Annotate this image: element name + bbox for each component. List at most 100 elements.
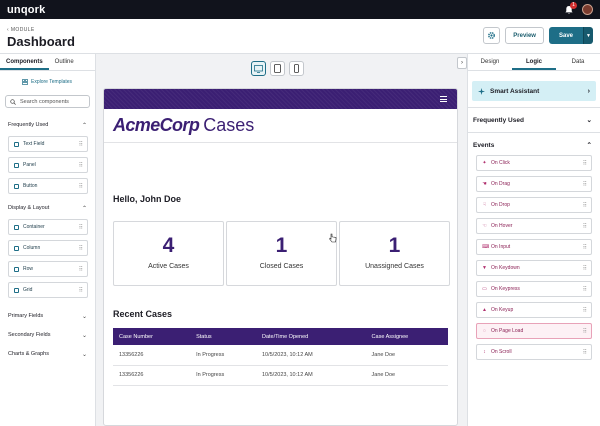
table-row[interactable]: 13356226 In Progress 10/5/2023, 10:12 AM…	[113, 345, 448, 366]
section-primary-fields[interactable]: Primary Fields ⌄	[0, 309, 95, 323]
drag-handle-icon[interactable]: ⠿	[79, 245, 84, 252]
table-cell: Jane Doe	[365, 365, 448, 386]
drag-handle-icon[interactable]: ⠿	[79, 162, 84, 169]
hover-icon: ☜	[482, 222, 487, 229]
column-header[interactable]: Case Assignee	[365, 328, 448, 345]
arrow-down-icon: ▼	[482, 264, 487, 271]
drag-handle-icon[interactable]: ⠿	[583, 349, 588, 356]
event-on-input[interactable]: ⌨ On Input ⠿	[476, 239, 592, 255]
table-header-row: Case Number Status Date/Time Opened Case…	[113, 328, 448, 345]
drag-handle-icon[interactable]: ⠿	[583, 286, 588, 293]
event-on-page-load[interactable]: ◌ On Page Load ⠿	[476, 323, 592, 339]
event-on-drop[interactable]: ☟ On Drop ⠿	[476, 197, 592, 213]
templates-icon	[22, 79, 28, 85]
card-value: 1	[275, 234, 288, 257]
active-cases-card[interactable]: 4 Active Cases	[113, 221, 224, 286]
event-on-drag[interactable]: ☚ On Drag ⠿	[476, 176, 592, 192]
save-options-dropdown[interactable]: ▼	[583, 27, 593, 44]
search-components-input[interactable]: Search components	[5, 95, 90, 108]
tab-logic[interactable]: Logic	[512, 54, 556, 70]
component-container[interactable]: Container ⠿	[8, 219, 88, 235]
tab-outline[interactable]: Outline	[49, 54, 80, 70]
component-column[interactable]: Column ⠿	[8, 240, 88, 256]
input-icon: ⌨	[482, 243, 490, 250]
event-on-hover[interactable]: ☜ On Hover ⠿	[476, 218, 592, 234]
closed-cases-card[interactable]: 1 Closed Cases	[226, 221, 337, 286]
desktop-view-button[interactable]	[251, 61, 266, 76]
unassigned-cases-card[interactable]: 1 Unassigned Cases	[339, 221, 450, 286]
column-header[interactable]: Case Number	[113, 328, 191, 345]
collapse-panel-button[interactable]: ›	[457, 57, 467, 69]
divider	[468, 107, 600, 108]
drag-handle-icon[interactable]: ⠿	[583, 307, 588, 314]
drag-handle-icon[interactable]: ⠿	[79, 266, 84, 273]
section-charts-graphs[interactable]: Charts & Graphs ⌄	[0, 347, 95, 361]
event-label: On Input	[491, 244, 511, 250]
event-label: On Keyup	[491, 307, 514, 313]
section-frequently-used[interactable]: Frequently Used ⌄	[468, 113, 600, 127]
drag-handle-icon[interactable]: ⠿	[79, 287, 84, 294]
event-on-click[interactable]: ✦ On Click ⠿	[476, 155, 592, 171]
components-panel: Components Outline Explore Templates Sea…	[0, 54, 96, 426]
drag-handle-icon[interactable]: ⠿	[583, 181, 588, 188]
component-panel[interactable]: Panel ⠿	[8, 157, 88, 173]
properties-panel: › Design Logic Data Smart Assistant › Fr…	[457, 54, 600, 426]
tablet-view-button[interactable]	[270, 61, 285, 76]
settings-button[interactable]	[483, 27, 501, 44]
smart-assistant-button[interactable]: Smart Assistant ›	[472, 81, 596, 101]
event-label: On Hover	[491, 223, 513, 229]
card-label: Closed Cases	[259, 263, 304, 270]
drag-handle-icon[interactable]: ⠿	[79, 183, 84, 190]
drag-handle-icon[interactable]: ⠿	[583, 244, 588, 251]
notification-badge: 1	[570, 1, 577, 9]
notifications-bell-icon[interactable]: 1	[564, 1, 577, 15]
section-display-layout[interactable]: Display & Layout ⌃	[0, 201, 95, 215]
table-row[interactable]: 13356226 In Progress 10/5/2023, 10:12 AM…	[113, 365, 448, 386]
event-on-keyup[interactable]: ▲ On Keyup ⠿	[476, 302, 592, 318]
user-avatar[interactable]	[582, 4, 593, 15]
hamburger-menu-icon[interactable]	[440, 96, 447, 102]
section-frequently-used[interactable]: Frequently Used ⌃	[0, 118, 95, 132]
section-secondary-fields[interactable]: Secondary Fields ⌄	[0, 328, 95, 342]
drag-handle-icon[interactable]: ⠿	[583, 223, 588, 230]
tab-design[interactable]: Design	[468, 54, 512, 70]
right-panel-tabs: Design Logic Data	[468, 54, 600, 71]
desktop-icon	[254, 64, 263, 73]
tab-data[interactable]: Data	[556, 54, 600, 70]
drag-handle-icon[interactable]: ⠿	[583, 202, 588, 209]
key-icon: ▭	[482, 285, 487, 292]
drag-handle-icon[interactable]: ⠿	[583, 265, 588, 272]
component-grid[interactable]: Grid ⠿	[8, 282, 88, 298]
drag-handle-icon[interactable]: ⠿	[583, 328, 588, 335]
event-label: On Page Load	[491, 328, 524, 334]
mobile-view-button[interactable]	[289, 61, 304, 76]
card-value: 4	[162, 234, 175, 257]
component-label: Button	[23, 183, 38, 189]
back-to-module-link[interactable]: ‹ MODULE	[7, 27, 35, 33]
gear-icon	[488, 32, 496, 39]
stats-cards: 4 Active Cases 1 Closed Cases 1 Unassign…	[113, 221, 450, 286]
component-row[interactable]: Row ⠿	[8, 261, 88, 277]
drag-icon: ☚	[482, 180, 487, 187]
app-logo: AcmeCorp Cases	[104, 109, 457, 143]
header-actions: Preview Save ▼	[483, 27, 593, 44]
save-button[interactable]: Save	[548, 27, 583, 44]
brand-logo[interactable]: unqork	[7, 4, 45, 16]
drag-handle-icon[interactable]: ⠿	[79, 141, 84, 148]
column-header[interactable]: Status	[190, 328, 256, 345]
explore-templates-link[interactable]: Explore Templates	[22, 79, 95, 85]
section-events[interactable]: Events ⌃	[468, 138, 600, 152]
top-bar: unqork 1	[0, 0, 600, 19]
event-on-keypress[interactable]: ▭ On Keypress ⠿	[476, 281, 592, 297]
column-header[interactable]: Date/Time Opened	[255, 328, 366, 345]
component-text-field[interactable]: Text Field ⠿	[8, 136, 88, 152]
drag-handle-icon[interactable]: ⠿	[583, 160, 588, 167]
event-on-keydown[interactable]: ▼ On Keydown ⠿	[476, 260, 592, 276]
tab-components[interactable]: Components	[0, 54, 49, 70]
section-label: Display & Layout	[8, 205, 50, 211]
event-on-scroll[interactable]: ↕ On Scroll ⠿	[476, 344, 592, 360]
preview-button[interactable]: Preview	[505, 27, 544, 44]
component-button[interactable]: Button ⠿	[8, 178, 88, 194]
drag-handle-icon[interactable]: ⠿	[79, 224, 84, 231]
sparkle-icon	[478, 87, 485, 95]
